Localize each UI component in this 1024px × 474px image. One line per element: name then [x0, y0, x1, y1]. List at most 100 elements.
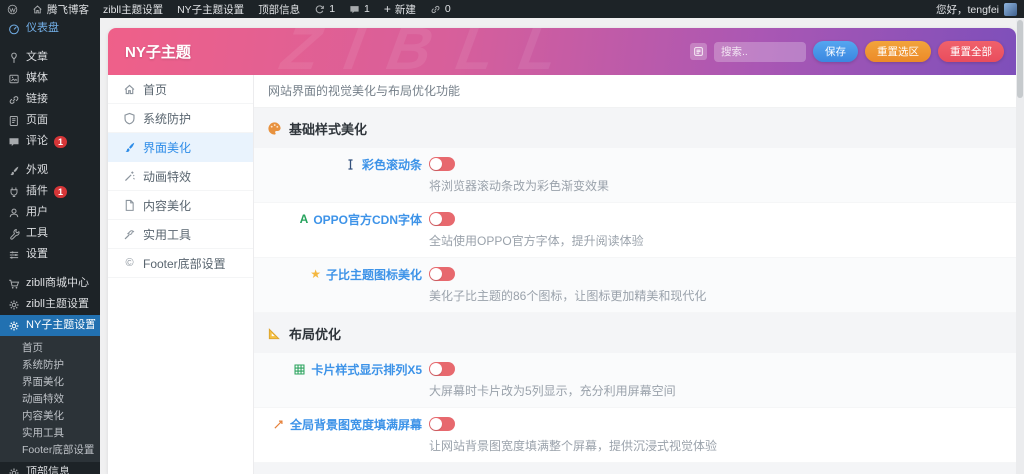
tab-home[interactable]: 首页: [108, 75, 253, 104]
setting-label[interactable]: A OPPO官方CDN字体: [254, 212, 422, 228]
tab-footer-settings[interactable]: © Footer底部设置: [108, 249, 253, 278]
sidebar-item-label: 设置: [26, 248, 48, 260]
toggle-knob: [430, 363, 442, 375]
gear-icon: [8, 467, 20, 474]
admin-bar-updates[interactable]: 1: [307, 0, 342, 18]
sidebar-item-label: 仪表盘: [26, 22, 59, 34]
submenu-item-system-protection[interactable]: 系统防护: [0, 357, 100, 374]
sidebar-item-label: 评论: [26, 135, 48, 147]
comments-count: 1: [364, 3, 370, 15]
updates-count: 1: [329, 3, 336, 15]
setting-description: 大屏幕时卡片改为5列显示，充分利用屏幕空间: [429, 384, 676, 398]
sidebar-item-posts[interactable]: 文章: [0, 47, 100, 68]
toggle-switch[interactable]: [429, 417, 455, 431]
sidebar-item-users[interactable]: 用户: [0, 202, 100, 223]
sidebar-item-tools[interactable]: 工具: [0, 223, 100, 244]
sidebar-item-links[interactable]: 链接: [0, 89, 100, 110]
comment-icon: [8, 136, 20, 148]
sidebar-item-dashboard[interactable]: 仪表盘: [0, 18, 100, 39]
submenu-item-footer-settings[interactable]: Footer底部设置: [0, 442, 100, 459]
toggle-switch[interactable]: [429, 267, 455, 281]
search-input[interactable]: [714, 41, 806, 62]
menu-list-button[interactable]: [690, 43, 707, 60]
section-header-basic-styles: 基础样式美化: [254, 108, 1016, 148]
admin-bar-comments[interactable]: 1: [342, 0, 377, 18]
copyright-icon: ©: [125, 256, 134, 269]
sidebar-item-media[interactable]: 媒体: [0, 68, 100, 89]
setting-description: 让网站背景图宽度填满整个屏幕，提供沉浸式视觉体验: [429, 439, 718, 453]
sidebar-item-label: 外观: [26, 164, 48, 176]
tab-animation[interactable]: 动画特效: [108, 162, 253, 191]
tab-utilities[interactable]: 实用工具: [108, 220, 253, 249]
section-header-components: 组件美化: [254, 463, 1016, 474]
submenu-item-animation[interactable]: 动画特效: [0, 391, 100, 408]
wordpress-logo-icon: [7, 4, 18, 15]
admin-bar-site-link[interactable]: 腾飞博客: [25, 0, 96, 18]
chain-icon: [430, 4, 441, 15]
sidebar-item-ny-child-settings[interactable]: NY子主题设置: [0, 315, 100, 336]
admin-bar-account[interactable]: 您好，tengfei: [936, 2, 1024, 17]
sidebar-item-label: 文章: [26, 51, 48, 63]
sidebar-item-plugins[interactable]: 插件 1: [0, 181, 100, 202]
menu-label: 顶部信息: [258, 3, 301, 16]
scrollbar-thumb[interactable]: [1017, 20, 1023, 98]
section-header-layout: 布局优化: [254, 313, 1016, 353]
setting-row-oppo-font: A OPPO官方CDN字体 全站使用OPPO官方字体，提升阅读体验: [254, 203, 1016, 258]
setting-label[interactable]: 彩色滚动条: [254, 157, 422, 172]
submenu-item-utilities[interactable]: 实用工具: [0, 425, 100, 442]
sidebar-item-label: 用户: [26, 206, 48, 218]
document-icon: [123, 199, 136, 212]
submenu-item-ui-beautify[interactable]: 界面美化: [0, 374, 100, 391]
shield-icon: [123, 112, 136, 125]
tab-content-beautify[interactable]: 内容美化: [108, 191, 253, 220]
tab-system-protection[interactable]: 系统防护: [108, 104, 253, 133]
sidebar-item-label: 顶部信息: [26, 466, 70, 474]
setting-label-text: 彩色滚动条: [361, 158, 422, 172]
sidebar-item-pages[interactable]: 页面: [0, 110, 100, 131]
setting-row-card-columns: 卡片样式显示排列X5 大屏幕时卡片改为5列显示，充分利用屏幕空间: [254, 353, 1016, 408]
menu-label: NY子主题设置: [177, 3, 245, 16]
reset-all-button[interactable]: 重置全部: [938, 41, 1004, 62]
sidebar-item-appearance[interactable]: 外观: [0, 160, 100, 181]
submenu-item-home[interactable]: 首页: [0, 340, 100, 357]
links-count: 0: [444, 3, 451, 15]
admin-bar-links[interactable]: 0: [423, 0, 458, 18]
chain-icon: [8, 94, 20, 106]
admin-bar-zibll-settings[interactable]: zibll主题设置: [96, 0, 170, 18]
panel-body: 首页 系统防护 界面美化 动画特效 内容美化 实用工具 © Footer底部设置…: [108, 75, 1016, 474]
save-button[interactable]: 保存: [813, 41, 858, 62]
palette-icon: [267, 121, 282, 136]
toggle-switch[interactable]: [429, 212, 455, 226]
submenu-item-content-beautify[interactable]: 内容美化: [0, 408, 100, 425]
wordpress-logo-menu[interactable]: [0, 0, 25, 18]
toggle-switch[interactable]: [429, 362, 455, 376]
settings-panel: ZIBLL NY子主题 保存 重置选区 重置全部 首页 系统防护 界: [108, 28, 1016, 474]
paintbrush-icon: [123, 141, 136, 154]
admin-bar-new[interactable]: + 新建: [377, 0, 423, 18]
menu-label: zibll主题设置: [103, 3, 164, 16]
admin-bar-ny-child-settings[interactable]: NY子主题设置: [170, 0, 251, 18]
setting-description: 美化子比主题的86个图标，让图标更加精美和现代化: [429, 289, 707, 303]
settings-content: 网站界面的视觉美化与布局优化功能 基础样式美化 彩色滚动条 将浏览器滚动条改为彩…: [254, 75, 1016, 474]
setting-control-area: 让网站背景图宽度填满整个屏幕，提供沉浸式视觉体验: [422, 417, 1016, 454]
new-label: 新建: [394, 3, 416, 16]
tab-label: 系统防护: [143, 111, 192, 126]
reset-section-button[interactable]: 重置选区: [865, 41, 931, 62]
page-scrollbar[interactable]: [1016, 18, 1024, 474]
sidebar-item-zibll-theme-settings[interactable]: zibll主题设置: [0, 294, 100, 315]
admin-bar-top-info[interactable]: 顶部信息: [251, 0, 307, 18]
tab-label: 动画特效: [143, 169, 192, 184]
sidebar-item-top-info[interactable]: 顶部信息: [0, 462, 100, 474]
sidebar-item-comments[interactable]: 评论 1: [0, 131, 100, 152]
sidebar-item-settings[interactable]: 设置: [0, 244, 100, 265]
sidebar-item-zibll-store[interactable]: zibll商城中心: [0, 273, 100, 294]
setting-label[interactable]: 全局背景图宽度填满屏幕: [254, 417, 422, 432]
tab-ui-beautify[interactable]: 界面美化: [108, 133, 253, 162]
site-name: 腾飞博客: [47, 3, 89, 16]
ruler-triangle-icon: [267, 326, 282, 341]
wrench-icon: [8, 228, 20, 240]
sidebar-item-label: 插件: [26, 185, 48, 197]
setting-label[interactable]: 卡片样式显示排列X5: [254, 362, 422, 377]
setting-label[interactable]: ★ 子比主题图标美化: [254, 267, 422, 283]
toggle-switch[interactable]: [429, 157, 455, 171]
